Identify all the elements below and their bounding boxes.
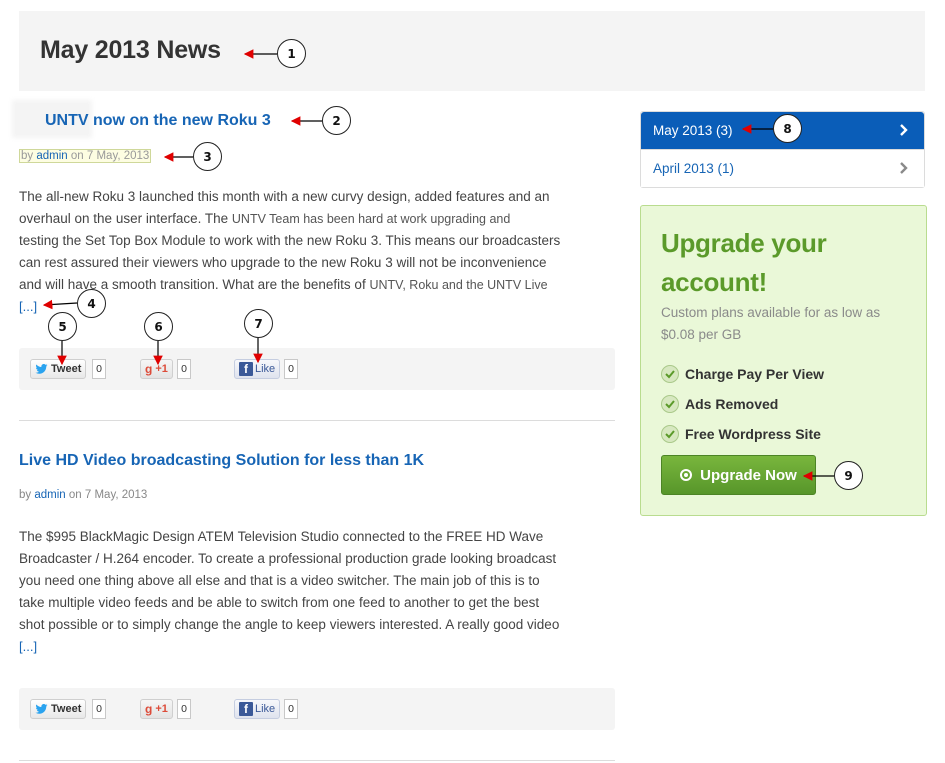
excerpt-line: and will have a smooth transition. What … bbox=[19, 277, 548, 292]
facebook-icon: f bbox=[239, 362, 253, 376]
tweet-button[interactable]: Tweet bbox=[30, 359, 87, 379]
like-label: Like bbox=[255, 363, 276, 375]
archive-label: April 2013 (1) bbox=[653, 161, 735, 176]
tweet-label: Tweet bbox=[51, 363, 82, 375]
callout-5: 5 bbox=[48, 312, 77, 341]
post-divider bbox=[19, 420, 615, 421]
facebook-like-button[interactable]: f Like bbox=[234, 359, 281, 379]
upgrade-subtitle: Custom plans available for as low as $0.… bbox=[661, 305, 881, 342]
callout-7: 7 bbox=[244, 309, 273, 338]
excerpt-line: take multiple video feeds and be able to… bbox=[19, 595, 540, 610]
excerpt-line: The all-new Roku 3 launched this month w… bbox=[19, 189, 550, 204]
feature-label: Charge Pay Per View bbox=[685, 366, 825, 382]
facebook-like-button[interactable]: f Like bbox=[234, 699, 281, 719]
gplus-count: 0 bbox=[177, 699, 191, 719]
archive-item-april-2013[interactable]: April 2013 (1) bbox=[641, 150, 924, 187]
post-title-link[interactable]: UNTV now on the new Roku 3 bbox=[45, 112, 271, 130]
feature-list: Charge Pay Per View Ads Removed Free Wor… bbox=[661, 359, 824, 449]
upgrade-title: Upgrade your account! bbox=[661, 228, 827, 297]
gplus-label: +1 bbox=[155, 363, 168, 375]
upgrade-panel: Upgrade your account! Custom plans avail… bbox=[640, 205, 927, 516]
play-circle-icon bbox=[680, 469, 693, 481]
excerpt-line: The $995 BlackMagic Design ATEM Televisi… bbox=[19, 529, 544, 544]
excerpt-line: shot possible or to simply change the an… bbox=[19, 617, 560, 632]
post-excerpt: The all-new Roku 3 launched this month w… bbox=[19, 186, 615, 318]
excerpt-line: overhaul on the user interface. The UNTV… bbox=[19, 211, 511, 226]
like-label: Like bbox=[255, 703, 276, 715]
meta-by: by bbox=[19, 489, 32, 501]
tweet-count: 0 bbox=[92, 359, 106, 379]
author-link[interactable]: admin bbox=[36, 150, 67, 162]
feature-label: Free Wordpress Site bbox=[685, 426, 821, 442]
meta-by: by bbox=[21, 150, 34, 162]
feature-item: Free Wordpress Site bbox=[661, 419, 824, 449]
callout-9: 9 bbox=[834, 461, 863, 490]
feature-item: Charge Pay Per View bbox=[661, 359, 824, 389]
archive-label: May 2013 (3) bbox=[653, 123, 733, 138]
callout-3: 3 bbox=[193, 142, 222, 171]
excerpt-line: Broadcaster / H.264 encoder. To create a… bbox=[19, 551, 557, 566]
page-title: May 2013 News bbox=[40, 36, 221, 64]
check-icon bbox=[661, 395, 679, 413]
feature-label: Ads Removed bbox=[685, 396, 779, 412]
share-bar: Tweet 0 g +1 0 f Like 0 bbox=[19, 348, 615, 390]
read-more-link[interactable]: [...] bbox=[19, 639, 37, 654]
tweet-count: 0 bbox=[92, 699, 106, 719]
author-link[interactable]: admin bbox=[34, 489, 65, 501]
google-plus-icon: g bbox=[145, 362, 153, 376]
chevron-right-icon bbox=[900, 124, 908, 136]
like-count: 0 bbox=[284, 699, 298, 719]
share-bar: Tweet 0 g +1 0 f Like 0 bbox=[19, 688, 615, 730]
twitter-icon bbox=[35, 364, 48, 374]
gplus-button[interactable]: g +1 bbox=[140, 699, 173, 719]
callout-2: 2 bbox=[322, 106, 351, 135]
post-date: on 7 May, 2013 bbox=[68, 489, 148, 501]
google-plus-icon: g bbox=[145, 702, 153, 716]
gplus-count: 0 bbox=[177, 359, 191, 379]
post-date: on 7 May, 2013 bbox=[70, 150, 150, 162]
upgrade-now-button[interactable]: Upgrade Now bbox=[661, 455, 816, 495]
excerpt-line: you need one thing above all else and th… bbox=[19, 573, 540, 588]
like-count: 0 bbox=[284, 359, 298, 379]
read-more-link[interactable]: [...] bbox=[19, 299, 37, 314]
check-icon bbox=[661, 365, 679, 383]
twitter-icon bbox=[35, 704, 48, 714]
post-title-link[interactable]: Live HD Video broadcasting Solution for … bbox=[19, 452, 424, 470]
post-divider bbox=[19, 760, 615, 761]
post-meta: by admin on 7 May, 2013 bbox=[19, 489, 147, 501]
excerpt-line: can rest assured their viewers who upgra… bbox=[19, 255, 547, 270]
callout-4: 4 bbox=[77, 289, 106, 318]
excerpt-line: testing the Set Top Box Module to work w… bbox=[19, 233, 561, 248]
chevron-right-icon bbox=[900, 162, 908, 174]
upgrade-button-label: Upgrade Now bbox=[700, 466, 797, 484]
gplus-button[interactable]: g +1 bbox=[140, 359, 173, 379]
tweet-button[interactable]: Tweet bbox=[30, 699, 87, 719]
callout-6: 6 bbox=[144, 312, 173, 341]
callout-8: 8 bbox=[773, 114, 802, 143]
gplus-label: +1 bbox=[155, 703, 168, 715]
post-meta: by admin on 7 May, 2013 bbox=[19, 149, 152, 163]
tweet-label: Tweet bbox=[51, 703, 82, 715]
callout-1: 1 bbox=[277, 39, 306, 68]
facebook-icon: f bbox=[239, 702, 253, 716]
check-icon bbox=[661, 425, 679, 443]
feature-item: Ads Removed bbox=[661, 389, 824, 419]
post-excerpt: The $995 BlackMagic Design ATEM Televisi… bbox=[19, 526, 615, 658]
